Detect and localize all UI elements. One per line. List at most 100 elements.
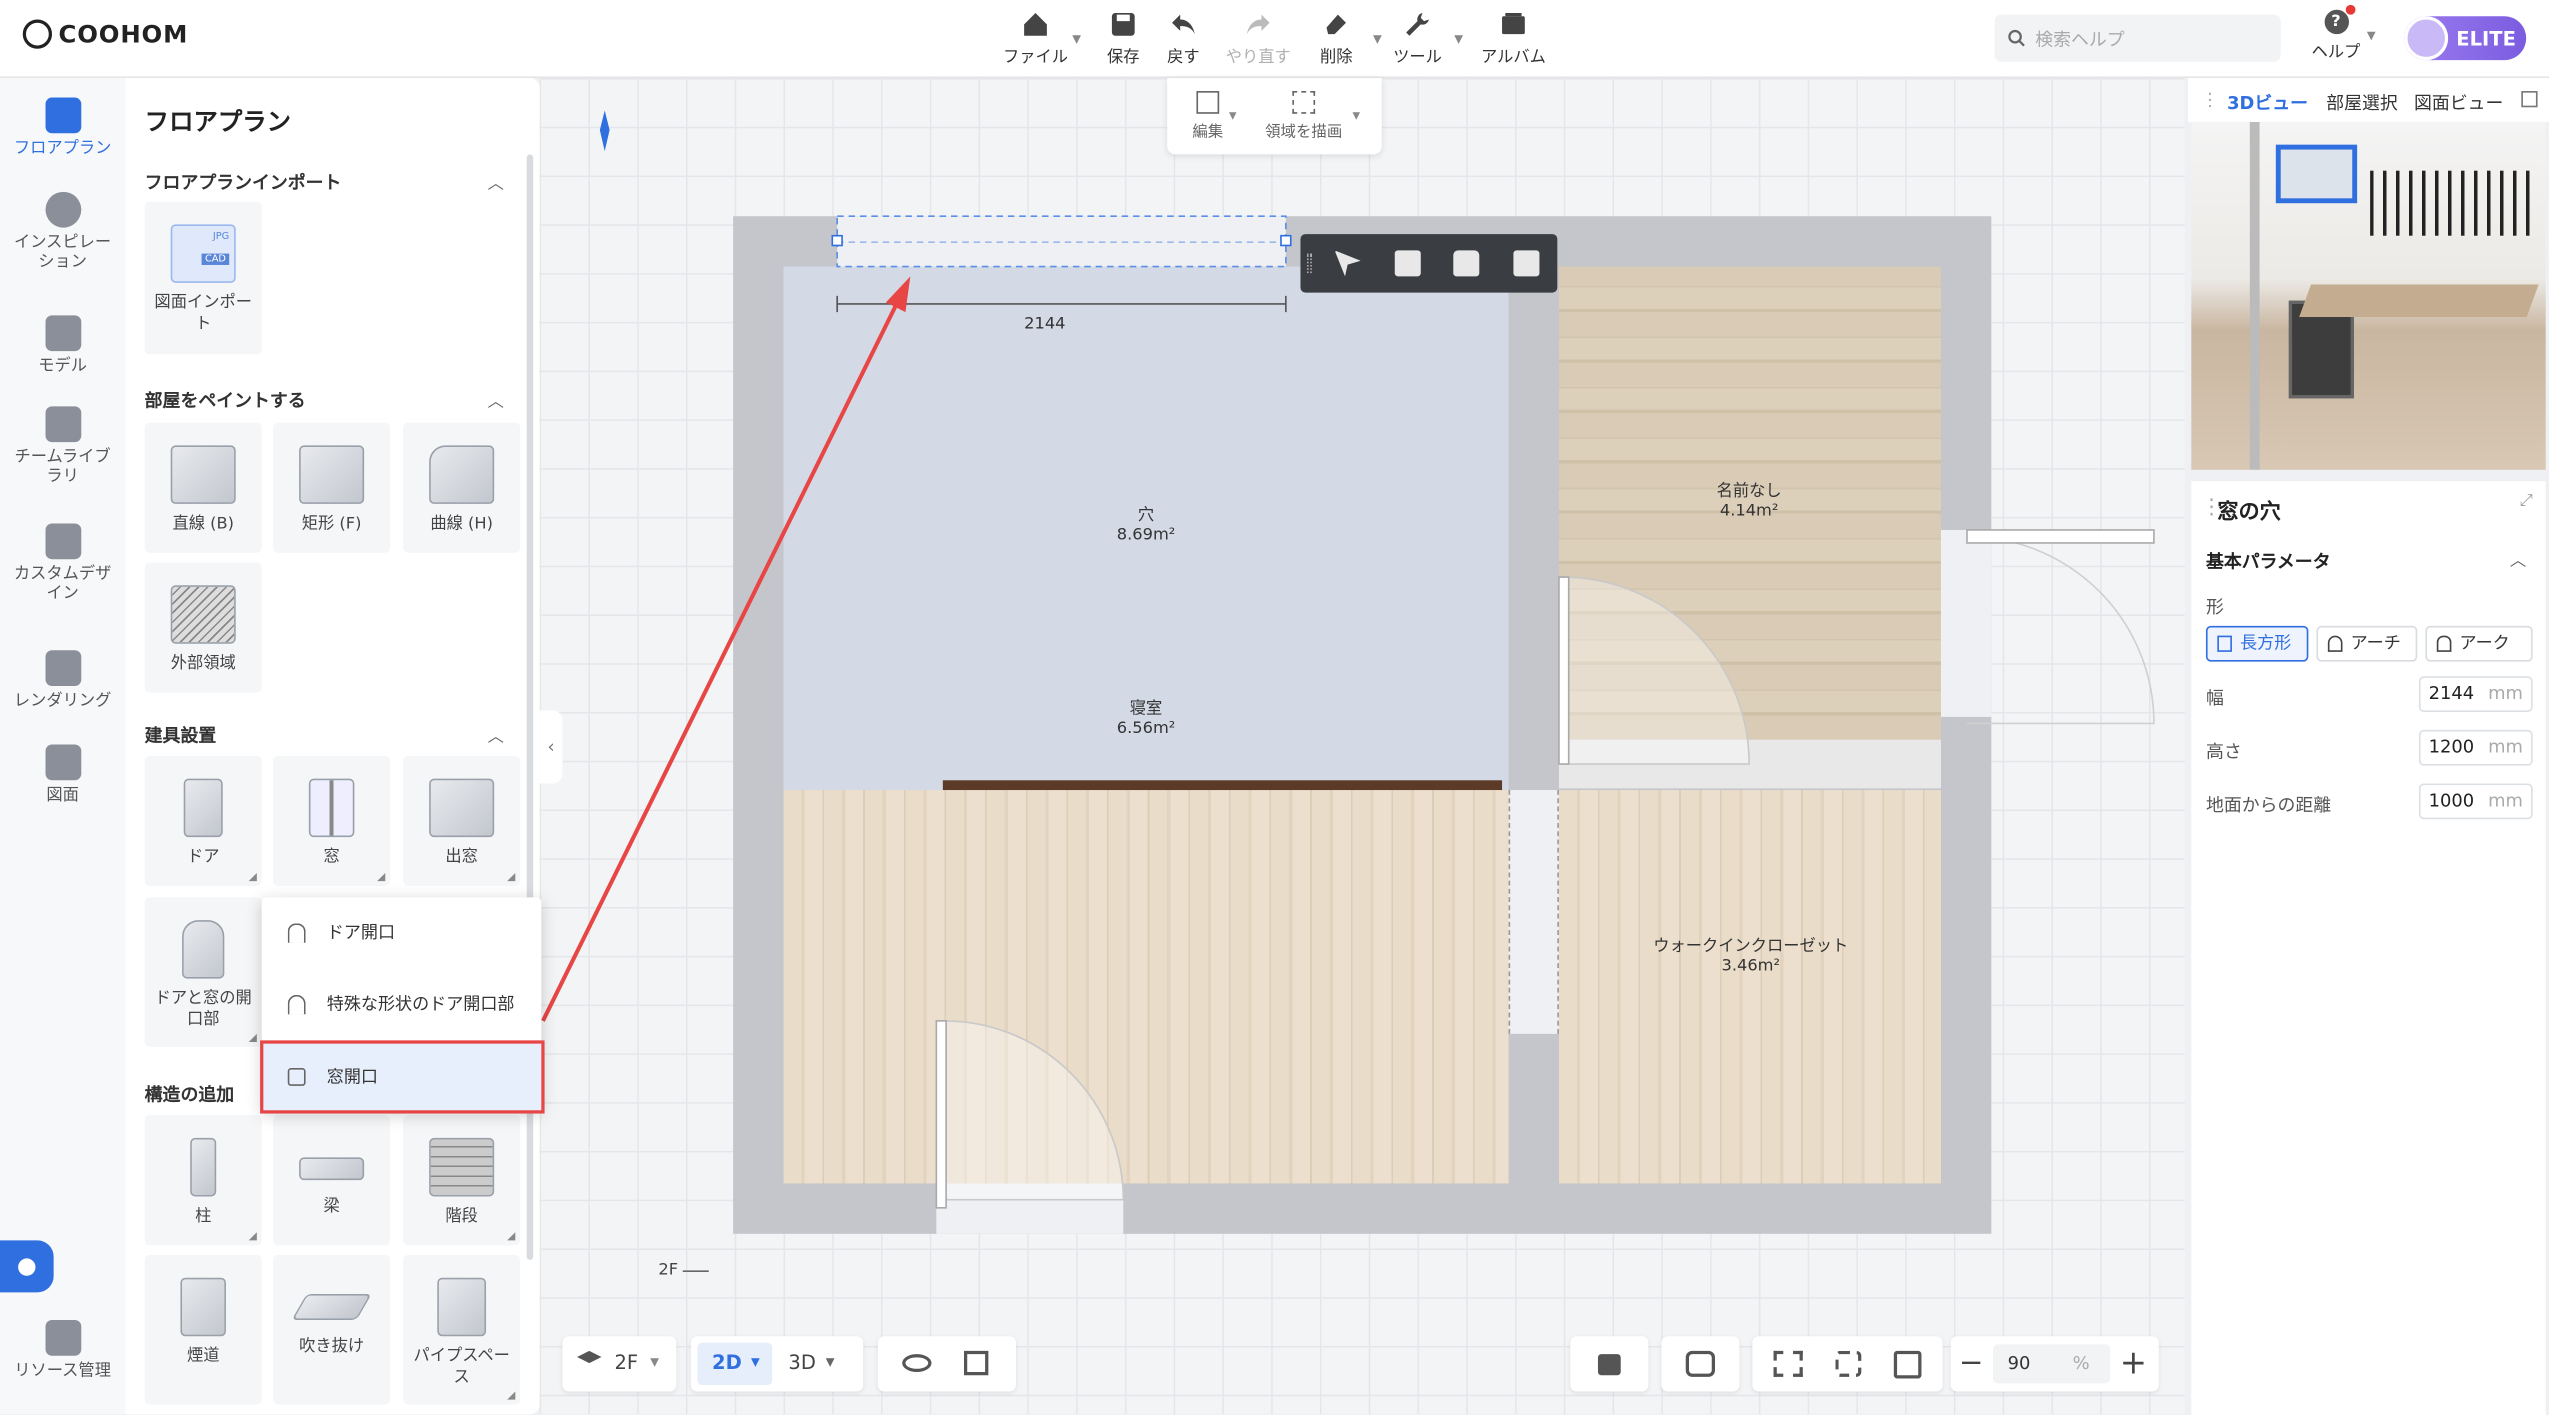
duplicate-icon[interactable] (1394, 250, 1421, 277)
chat-button[interactable]: ● (0, 1240, 54, 1293)
select-similar-icon[interactable] (1334, 250, 1361, 277)
card-label: 直線 (B) (172, 515, 234, 534)
chevron-down-icon: ▼ (1454, 32, 1464, 46)
rail-item-rendering[interactable]: レンダリング (0, 650, 125, 712)
edit-button[interactable]: 編集 (1187, 91, 1229, 141)
expand-icon[interactable]: ⤢ (2520, 493, 2533, 511)
column-button[interactable]: 柱 (144, 1115, 262, 1246)
import-drawing-button[interactable]: JPG CAD 図面インポート (144, 201, 262, 355)
bay-window-button[interactable]: 出窓 (403, 755, 521, 886)
chevron-down-icon[interactable]: ▼ (1352, 111, 1360, 122)
toggle-icon[interactable] (1685, 1350, 1716, 1377)
preview-wall (2249, 121, 2260, 470)
paint-straight-button[interactable]: 直線 (B) (144, 422, 262, 553)
rail-item-floorplan[interactable]: フロアプラン (0, 97, 125, 160)
flue-button[interactable]: 煙道 (144, 1254, 262, 1405)
sofa-icon (44, 315, 81, 352)
window-opening-icon (287, 1068, 306, 1086)
tools-button[interactable]: ツール ▼ (1379, 10, 1463, 67)
void-button[interactable]: 吹き抜け (273, 1254, 391, 1405)
door-button[interactable]: ドア (144, 755, 262, 886)
chevron-up-icon[interactable]: ︿ (2510, 546, 2526, 571)
account-badge[interactable]: ELITE (2404, 16, 2527, 61)
opening-button[interactable]: ドアと窓の開口部 (144, 897, 262, 1047)
tab-3d-view[interactable]: 3Dビュー (2227, 89, 2308, 115)
tools-label: ツール (1393, 48, 1442, 67)
height-input[interactable]: 1200 mm (2418, 729, 2533, 766)
trash-icon[interactable] (1513, 250, 1540, 277)
redo-button[interactable]: やり直す (1219, 10, 1297, 67)
paint-external-button[interactable]: 外部領域 (144, 562, 262, 693)
room-walkin-closet[interactable] (1558, 790, 1941, 1184)
rail-item-custom-design[interactable]: カスタムデザイン (0, 523, 125, 604)
fit-settings-icon[interactable] (1773, 1350, 1803, 1377)
zoom-out-button[interactable]: − (1959, 1346, 1984, 1380)
file-button[interactable]: ファイル ▼ (996, 10, 1081, 67)
tab-plan-view[interactable]: 図面ビュー (2414, 89, 2503, 115)
eye-icon[interactable] (902, 1354, 932, 1373)
avatar (2404, 16, 2449, 61)
expand-icon[interactable] (2521, 91, 2538, 108)
drag-handle-icon[interactable] (1306, 253, 1312, 274)
window-button[interactable]: 窓 (273, 755, 391, 886)
rail-item-model[interactable]: モデル (0, 315, 125, 377)
width-input[interactable]: 2144 mm (2418, 676, 2533, 713)
redo-icon (1246, 14, 1270, 35)
chevron-up-icon[interactable]: ︿ (488, 387, 504, 411)
menu-item-door-opening[interactable]: ドア開口 (262, 897, 542, 969)
rail-item-drawing[interactable]: 図面 (0, 744, 125, 807)
card-label: ドアと窓の開口部 (154, 989, 252, 1030)
delete-button[interactable]: 削除 ▼ (1297, 10, 1382, 67)
draw-area-button[interactable]: 領域を描画 (1258, 91, 1349, 141)
menu-item-window-opening[interactable]: 窓開口 (260, 1040, 545, 1114)
cube-icon[interactable] (963, 1350, 989, 1376)
edit-toolbar: 編集 ▼ 領域を描画 ▼ (1167, 78, 1382, 155)
drag-handle-icon[interactable]: ⋮ (2201, 89, 2219, 110)
chevron-down-icon[interactable]: ▼ (2367, 29, 2376, 42)
lock-icon[interactable] (1597, 1354, 1621, 1376)
redo-label: やり直す (1225, 48, 1291, 67)
room-area: 6.56m² (1116, 720, 1176, 739)
help-button[interactable]: ? ヘルプ (2312, 4, 2360, 62)
save-label: 保存 (1107, 48, 1140, 67)
chevron-down-icon[interactable]: ▼ (1229, 111, 1237, 122)
width-unit: mm (2488, 682, 2523, 704)
beam-button[interactable]: 梁 (273, 1115, 391, 1246)
shape-arch-button[interactable]: アーチ (2316, 625, 2418, 662)
lock-icon[interactable] (1453, 250, 1480, 277)
3d-preview[interactable] (2191, 121, 2546, 470)
collapse-panel-button[interactable]: ‹ (539, 710, 563, 784)
bay-window-icon (429, 778, 495, 838)
chevron-up-icon[interactable]: ︿ (488, 722, 504, 746)
stairs-button[interactable]: 階段 (403, 1115, 521, 1246)
file-label: ファイル (1002, 48, 1069, 67)
album-button[interactable]: アルバム (1474, 10, 1552, 67)
search-input[interactable]: 検索ヘルプ (1994, 14, 2281, 62)
paint-curve-button[interactable]: 曲線 (H) (403, 422, 521, 553)
logo[interactable]: COOHOM (22, 19, 188, 49)
rail-label: モデル (38, 357, 87, 376)
zoom-fit-icon[interactable] (1893, 1350, 1922, 1379)
tab-room-select[interactable]: 部屋選択 (2326, 89, 2398, 115)
paint-rect-button[interactable]: 矩形 (F) (273, 422, 391, 553)
card-label: 窓 (323, 848, 340, 867)
chevron-down-icon: ▼ (751, 1355, 760, 1369)
view-2d-button[interactable]: 2D ▼ (697, 1342, 773, 1386)
rail-item-team-library[interactable]: チームライブラリ (0, 406, 125, 487)
focus-icon[interactable] (1835, 1350, 1862, 1377)
floor-selector[interactable]: 2F ▼ (562, 1336, 677, 1392)
view-3d-button[interactable]: 3D ▼ (779, 1343, 854, 1385)
menu-item-special-door-opening[interactable]: 特殊な形状のドア開口部 (262, 969, 542, 1041)
undo-button[interactable]: 戻す (1144, 10, 1222, 67)
room-bedroom-floor[interactable] (783, 790, 1509, 1184)
chevron-up-icon[interactable]: ︿ (488, 169, 504, 194)
rail-item-inspiration[interactable]: インスピレーション (0, 191, 125, 273)
zoom-in-button[interactable]: + (2120, 1343, 2147, 1382)
shape-arc-button[interactable]: アーク (2425, 625, 2533, 662)
elevation-input[interactable]: 1000 mm (2418, 783, 2533, 820)
zoom-input[interactable]: 90 % (1992, 1344, 2111, 1384)
pipe-space-button[interactable]: パイプスペース (403, 1254, 521, 1405)
rail-item-resources[interactable]: リソース管理 (0, 1319, 125, 1382)
card-label: 図面インポート (154, 294, 252, 334)
shape-rectangle-button[interactable]: 長方形 (2205, 625, 2309, 662)
